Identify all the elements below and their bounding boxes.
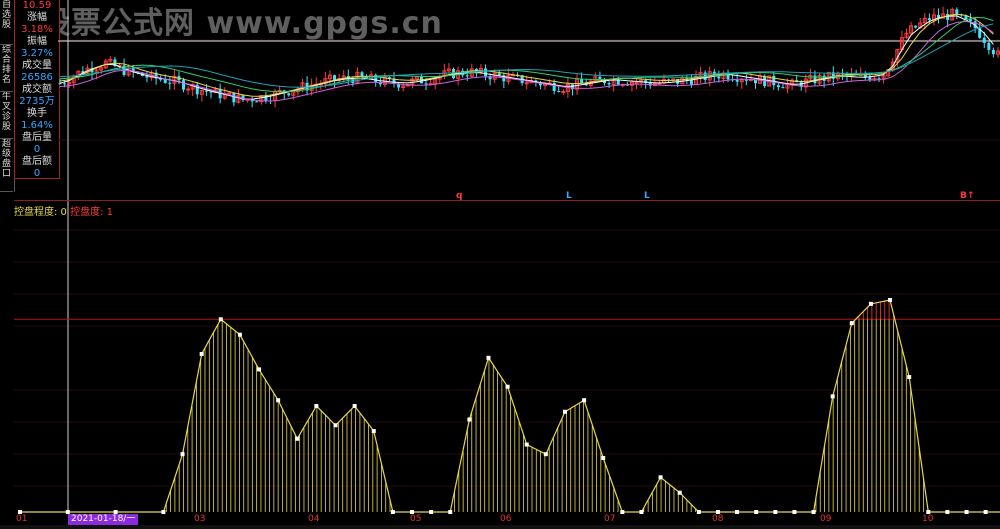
indicator-point	[868, 301, 873, 306]
indicator-point	[505, 384, 510, 389]
bottom-indicator-tabs[interactable]	[0, 525, 1000, 529]
candle-body	[689, 79, 693, 85]
x-tick-label: 07	[604, 514, 616, 524]
candle-body	[580, 79, 584, 84]
candle-body	[671, 78, 676, 81]
candle-body	[227, 92, 232, 95]
candle-body	[735, 80, 739, 82]
candle-body	[163, 79, 167, 83]
x-tick-label: 04	[308, 514, 320, 524]
indicator-point	[677, 490, 682, 495]
indicator-point	[582, 398, 587, 403]
indicator-point	[218, 317, 223, 322]
chart-canvas[interactable]	[0, 0, 1000, 529]
indicator-point	[562, 409, 567, 414]
indicator-point	[237, 332, 242, 337]
candle-body	[287, 93, 291, 96]
x-tick-label: 09	[820, 514, 832, 524]
candle-body	[607, 83, 611, 85]
x-tick-label: 08	[712, 514, 724, 524]
candle-body	[232, 92, 236, 103]
candle-body	[927, 18, 931, 21]
candle-body	[914, 25, 918, 28]
indicator-point	[371, 429, 376, 434]
candle-body	[497, 73, 501, 76]
crosshair-date-label: 2021-01-18/一	[68, 514, 139, 525]
candle-body	[776, 85, 780, 88]
indicator-name: 控盘程度: 0	[14, 207, 67, 218]
indicator-point	[601, 456, 606, 461]
indicator-point	[543, 452, 548, 457]
candle-body	[877, 78, 881, 80]
candle-body	[561, 91, 566, 94]
indicator-point	[888, 298, 893, 302]
x-tick-label: 03	[194, 514, 206, 524]
indicator-point	[180, 452, 185, 457]
indicator-point	[314, 404, 319, 408]
indicator-title: 控盘程度: 0 控盘度: 1	[14, 203, 113, 218]
candle-body	[744, 79, 748, 81]
indicator-point	[257, 367, 262, 372]
candle-body	[465, 75, 469, 77]
indicator-point	[467, 417, 472, 422]
candle-body	[67, 82, 72, 85]
signal-marker-q: q	[456, 191, 463, 201]
candle-body	[186, 88, 191, 91]
indicator-point	[276, 398, 281, 403]
indicator-point	[486, 355, 491, 360]
indicator-line	[20, 299, 1000, 513]
candle-body	[168, 82, 172, 84]
indicator-point	[524, 442, 529, 447]
candle-body	[524, 82, 529, 85]
candle-body	[982, 37, 986, 43]
indicator-point	[658, 475, 663, 480]
candle-body	[182, 80, 186, 90]
candle-body	[204, 90, 208, 92]
indicator-point	[907, 375, 912, 380]
x-tick-label: 10	[922, 514, 934, 524]
stock-chart-window: 股票公式网 www.gpgs.cn 自选股 综合排名 牛叉诊股 超级盘口 10.…	[0, 0, 1000, 529]
indicator-value-label: 控盘度: 1	[70, 207, 114, 218]
signal-marker-l1: L	[566, 191, 572, 201]
candle-body	[969, 19, 973, 22]
indicator-point	[295, 436, 300, 441]
candle-body	[424, 83, 428, 85]
indicator-point	[830, 394, 835, 399]
candle-body	[557, 91, 561, 93]
signal-marker-l2: L	[644, 191, 650, 201]
candle-body	[717, 76, 721, 79]
candle-body	[634, 81, 639, 84]
candle-body	[772, 75, 776, 86]
x-tick-label: 01	[16, 514, 28, 524]
indicator-point	[849, 321, 854, 326]
x-tick-label: 06	[500, 514, 512, 524]
candle-body	[955, 9, 959, 15]
indicator-point	[352, 404, 357, 408]
x-tick-label: 05	[410, 514, 422, 524]
candle-body	[987, 42, 991, 50]
candle-body	[781, 87, 785, 89]
signal-marker-buy: B↑	[960, 191, 975, 201]
candle-body	[484, 68, 488, 77]
indicator-point	[333, 423, 338, 428]
candle-body	[991, 49, 995, 55]
panel-separator	[14, 200, 1000, 201]
candle-body	[63, 83, 67, 85]
candle-body	[598, 76, 602, 80]
indicator-point	[199, 351, 204, 356]
candle-body	[255, 101, 259, 103]
